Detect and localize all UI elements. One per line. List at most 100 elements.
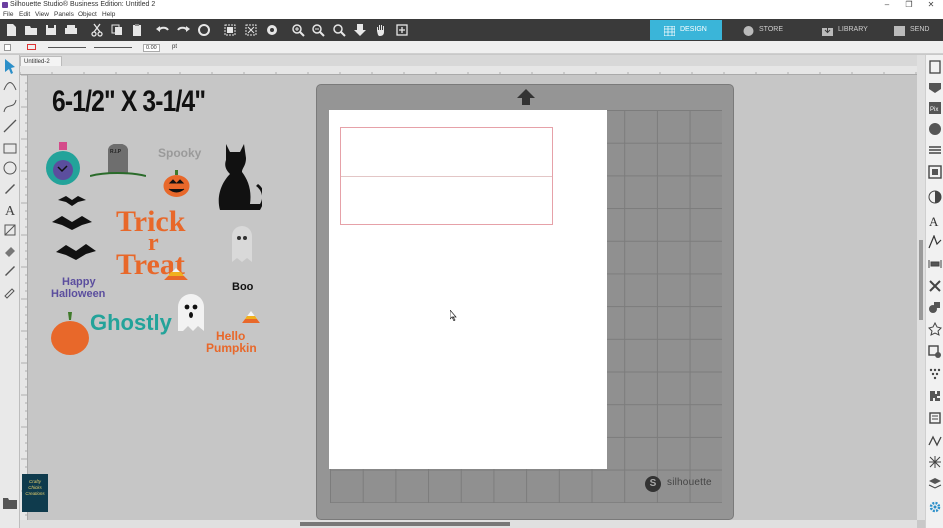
boo-text[interactable]: Boo bbox=[232, 281, 253, 293]
zoom-in-icon[interactable] bbox=[291, 23, 305, 37]
align-panel-icon[interactable] bbox=[928, 257, 942, 271]
select-arrow-icon[interactable] bbox=[2, 58, 18, 74]
add-page-icon[interactable] bbox=[395, 23, 409, 37]
pan-hand-icon[interactable] bbox=[374, 23, 388, 37]
curve-tool-icon[interactable] bbox=[2, 98, 18, 114]
small-candy-corn-design[interactable] bbox=[240, 309, 262, 325]
document-tab[interactable]: Untitled-2 bbox=[20, 56, 62, 66]
rhinestone-panel-icon[interactable] bbox=[928, 367, 942, 381]
line-color-swatch[interactable] bbox=[27, 44, 36, 50]
tombstone-design[interactable]: R.I.P bbox=[89, 143, 147, 182]
menu-panels[interactable]: Panels bbox=[54, 10, 74, 19]
stipple-panel-icon[interactable] bbox=[928, 455, 942, 469]
eraser-icon[interactable] bbox=[2, 242, 18, 258]
fill-color-swatch[interactable] bbox=[4, 44, 11, 51]
potion-bottle-design[interactable] bbox=[44, 142, 82, 188]
line-join-select[interactable] bbox=[94, 47, 132, 48]
copy-icon[interactable] bbox=[110, 23, 124, 37]
halloween-text[interactable]: Halloween bbox=[51, 288, 105, 300]
line-style-select[interactable] bbox=[48, 47, 86, 48]
text-style-panel-icon[interactable]: A bbox=[928, 213, 942, 227]
replicate-panel-icon[interactable] bbox=[928, 279, 942, 293]
tab-store-label: STORE bbox=[759, 26, 783, 33]
page-setup-panel-icon[interactable] bbox=[928, 60, 942, 74]
menu-help[interactable]: Help bbox=[102, 10, 115, 19]
tab-library[interactable]: LIBRARY bbox=[808, 20, 880, 40]
vertical-scrollbar[interactable] bbox=[917, 55, 925, 520]
point-edit-icon[interactable] bbox=[2, 78, 18, 94]
page-setup-icon[interactable] bbox=[2, 222, 18, 238]
library-folder-icon[interactable] bbox=[2, 496, 18, 510]
candy-corn-design[interactable] bbox=[162, 266, 190, 282]
small-ghost-design[interactable] bbox=[228, 222, 256, 264]
refresh-icon[interactable] bbox=[197, 23, 211, 37]
paste-icon[interactable] bbox=[130, 23, 144, 37]
document-tab-bar: Untitled-2 bbox=[20, 55, 917, 66]
vertical-scroll-thumb[interactable] bbox=[919, 240, 923, 320]
zoom-fit-icon[interactable] bbox=[332, 23, 346, 37]
spooky-text[interactable]: Spooky bbox=[158, 146, 201, 160]
menu-view[interactable]: View bbox=[35, 10, 49, 19]
open-folder-icon[interactable] bbox=[24, 23, 38, 37]
offset-panel-icon[interactable] bbox=[928, 322, 942, 336]
bats-design[interactable] bbox=[52, 192, 97, 266]
text-to-path-icon[interactable] bbox=[928, 235, 942, 249]
minimize-button[interactable]: – bbox=[881, 0, 893, 10]
line-style-panel-icon[interactable] bbox=[928, 143, 942, 157]
tab-store[interactable]: STORE bbox=[729, 20, 801, 40]
zoom-out-icon[interactable] bbox=[311, 23, 325, 37]
tab-design[interactable]: DESIGN bbox=[650, 20, 722, 40]
redo-icon[interactable] bbox=[176, 23, 190, 37]
jack-o-lantern-design[interactable] bbox=[163, 170, 190, 198]
ghostly-text[interactable]: Ghostly bbox=[90, 310, 172, 336]
new-document-icon[interactable] bbox=[4, 23, 18, 37]
horizontal-scrollbar[interactable] bbox=[20, 520, 917, 528]
pumpkin-text[interactable]: Pumpkin bbox=[206, 341, 257, 355]
select-all-icon[interactable] bbox=[223, 23, 237, 37]
cut-icon[interactable] bbox=[90, 23, 104, 37]
library-panel-icon[interactable] bbox=[928, 411, 942, 425]
menu-file[interactable]: File bbox=[3, 10, 13, 19]
svg-text:Pix: Pix bbox=[930, 107, 938, 113]
undo-icon[interactable] bbox=[156, 23, 170, 37]
draw-pencil-icon[interactable] bbox=[2, 180, 18, 196]
menu-edit[interactable]: Edit bbox=[19, 10, 30, 19]
horizontal-scroll-thumb[interactable] bbox=[300, 522, 510, 526]
rectangle-tool-icon[interactable] bbox=[2, 140, 18, 156]
save-icon[interactable] bbox=[44, 23, 58, 37]
happy-text[interactable]: Happy bbox=[62, 276, 96, 288]
silhouette-studio-window: Silhouette Studio® Business Edition: Unt… bbox=[0, 0, 943, 528]
line-width-input[interactable]: 0.00 bbox=[143, 44, 160, 52]
right-panel-toolbar: Pix A bbox=[925, 55, 943, 528]
left-toolbar: A bbox=[0, 55, 20, 528]
pumpkin-design[interactable] bbox=[50, 312, 90, 356]
sketch-panel-icon[interactable] bbox=[928, 433, 942, 447]
gradient-panel-icon[interactable] bbox=[928, 190, 942, 204]
settings-gear-icon[interactable] bbox=[928, 500, 942, 514]
menu-object[interactable]: Object bbox=[78, 10, 97, 19]
knife-icon[interactable] bbox=[2, 262, 18, 278]
move-down-icon[interactable] bbox=[353, 23, 367, 37]
close-button[interactable]: ✕ bbox=[925, 0, 937, 10]
layers-panel-icon[interactable] bbox=[928, 477, 942, 491]
ellipse-tool-icon[interactable] bbox=[2, 160, 18, 176]
deselect-icon[interactable] bbox=[244, 23, 258, 37]
ghost-design[interactable] bbox=[174, 293, 208, 333]
text-tool-icon[interactable]: A bbox=[2, 201, 18, 217]
trace-icon[interactable] bbox=[265, 23, 279, 37]
print-icon[interactable] bbox=[64, 23, 78, 37]
nesting-panel-icon[interactable] bbox=[928, 389, 942, 403]
eyedropper-icon[interactable] bbox=[2, 283, 18, 299]
size-label: 6-1/2" X 3-1/4" bbox=[52, 85, 206, 118]
maximize-button[interactable]: ❐ bbox=[903, 0, 915, 10]
black-cat-design[interactable] bbox=[214, 142, 265, 212]
trace-panel-icon[interactable] bbox=[928, 345, 942, 359]
send-panel-icon[interactable] bbox=[928, 80, 942, 94]
fill-color-panel-icon[interactable] bbox=[928, 122, 942, 136]
line-tool-icon[interactable] bbox=[2, 118, 18, 134]
modify-panel-icon[interactable] bbox=[928, 300, 942, 314]
pixscan-icon[interactable]: Pix bbox=[928, 101, 942, 115]
fill-pattern-panel-icon[interactable] bbox=[928, 165, 942, 179]
store-s-icon bbox=[743, 25, 754, 36]
tab-send[interactable]: SEND bbox=[880, 20, 943, 40]
